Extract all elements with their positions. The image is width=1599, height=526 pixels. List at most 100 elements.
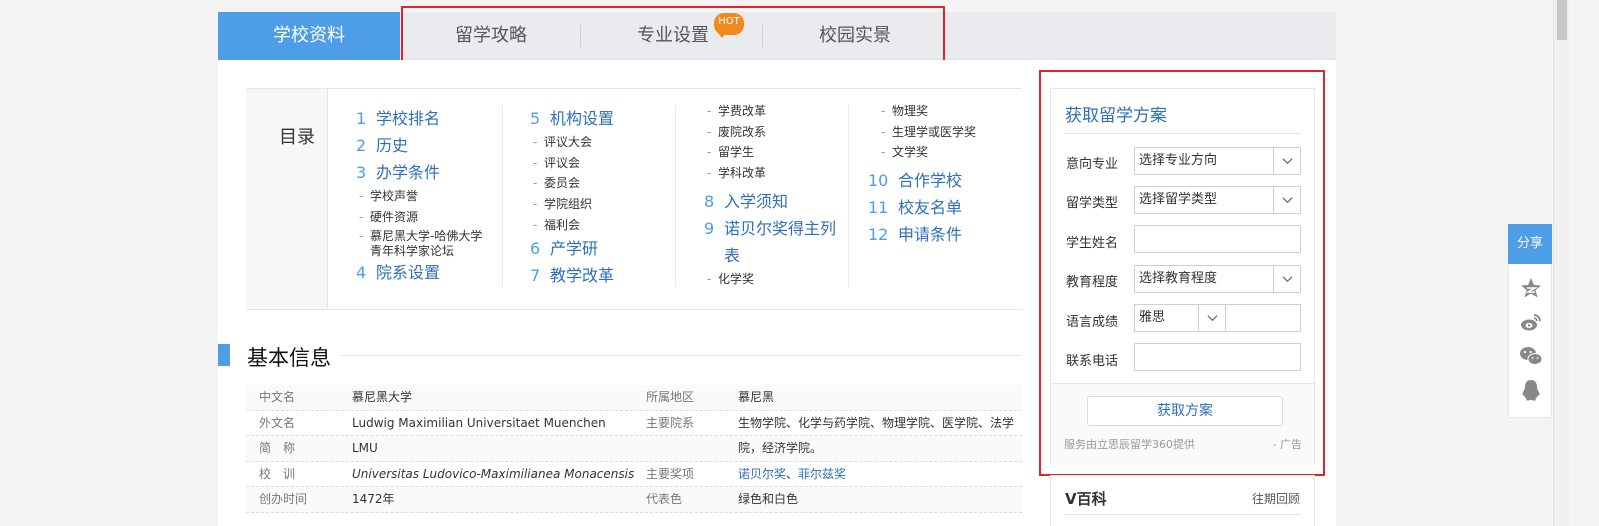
info-value: 院，经济学院。 bbox=[738, 441, 823, 455]
toc-divider bbox=[848, 105, 849, 287]
toc-text: 历史 bbox=[376, 136, 409, 155]
toc-item-nobel-list[interactable]: 9 诺贝尔奖得主列表 bbox=[704, 215, 844, 269]
toc-subitem[interactable]: 委员会 bbox=[530, 173, 614, 194]
info-value: 生物学院、化学与药学院、物理学院、医学院、法学 bbox=[738, 415, 1015, 430]
toc-text: 机构设置 bbox=[550, 109, 615, 128]
table-of-contents: 目录 1 学校排名 2 历史 3 办学条件 学校声誉 硬件资源 慕尼黑大学-哈佛大学青… bbox=[246, 88, 1022, 310]
table-row: 中文名 慕尼黑大学 所属地区 慕尼黑 bbox=[246, 385, 1022, 411]
toc-text: 入学须知 bbox=[724, 191, 789, 211]
toc-column-4: 物理奖 生理学或医学奖 文学奖 10 合作学校 11 校友名单 12 申请条件 bbox=[868, 101, 976, 248]
toc-text: 合作学校 bbox=[898, 171, 963, 191]
table-row: 创办时间 1472年 代表色 绿色和白色 bbox=[246, 487, 1022, 513]
toc-item-partner-schools[interactable]: 10 合作学校 bbox=[868, 167, 976, 194]
toc-divider bbox=[502, 105, 503, 287]
toc-subitem[interactable]: 物理奖 bbox=[878, 101, 976, 122]
toc-text: 学校排名 bbox=[376, 109, 441, 128]
toc-item-admission[interactable]: 8 入学须知 bbox=[704, 188, 844, 215]
toc-subitem[interactable]: 学科改革 bbox=[704, 163, 844, 184]
info-label: 创办时间 bbox=[259, 492, 308, 506]
toc-num: 12 bbox=[868, 225, 889, 245]
toc-item-industry[interactable]: 6 产学研 bbox=[530, 235, 614, 262]
toc-subitem[interactable]: 学校声誉 bbox=[356, 186, 486, 207]
toc-subitem[interactable]: 评议会 bbox=[530, 153, 614, 174]
toc-num: 9 bbox=[704, 218, 715, 238]
vertical-scrollbar[interactable] bbox=[1553, 0, 1569, 526]
toc-item-history[interactable]: 2 历史 bbox=[356, 132, 486, 159]
share-icons-panel bbox=[1508, 264, 1552, 418]
highlight-box-tabs bbox=[401, 6, 945, 64]
toc-text: 诺贝尔奖得主列表 bbox=[724, 218, 837, 265]
toc-num: 10 bbox=[868, 171, 889, 191]
page-edge bbox=[1569, 0, 1599, 526]
info-label: 主要奖项 bbox=[646, 466, 695, 481]
table-row: 简 称 LMU 院，经济学院。 bbox=[246, 436, 1022, 462]
toc-item-departments[interactable]: 4 院系设置 bbox=[356, 259, 486, 286]
toc-subitem[interactable]: 学费改革 bbox=[704, 101, 844, 122]
table-row: 校 训 Universitas Ludovico-Maximilianea Mo… bbox=[246, 462, 1022, 487]
qq-icon[interactable] bbox=[1519, 378, 1543, 402]
highlight-box-form bbox=[1039, 70, 1325, 476]
info-value: Universitas Ludovico-Maximilianea Monace… bbox=[352, 466, 635, 481]
toc-num: 1 bbox=[356, 109, 367, 128]
toc-num: 6 bbox=[530, 239, 541, 259]
share-button[interactable]: 分享 bbox=[1508, 224, 1552, 264]
toc-divider bbox=[675, 105, 676, 287]
table-row: 外文名 Ludwig Maximilian Universitaet Muenc… bbox=[246, 411, 1022, 436]
toc-subitem[interactable]: 硬件资源 bbox=[356, 207, 486, 228]
info-label: 外文名 bbox=[259, 415, 296, 430]
info-label: 所属地区 bbox=[646, 390, 695, 404]
separator: 、 bbox=[786, 466, 799, 481]
v-baike-divider bbox=[1065, 514, 1301, 515]
info-value: 1472年 bbox=[352, 492, 395, 506]
info-value: 慕尼黑大学 bbox=[352, 390, 413, 404]
section-divider bbox=[340, 355, 1022, 356]
info-value: 慕尼黑 bbox=[738, 390, 775, 404]
toc-item-organization[interactable]: 5 机构设置 bbox=[530, 105, 614, 132]
toc-text: 教学改革 bbox=[550, 266, 615, 286]
toc-subitem[interactable]: 化学奖 bbox=[704, 269, 844, 290]
toc-item-requirements[interactable]: 12 申请条件 bbox=[868, 221, 976, 248]
info-label: 中文名 bbox=[259, 390, 296, 404]
section-title: 基本信息 bbox=[247, 342, 339, 372]
toc-column-2: 5 机构设置 评议大会 评议会 委员会 学院组织 福利会 6 产学研 7 教学改革 bbox=[530, 105, 614, 289]
toc-subitem[interactable]: 学院组织 bbox=[530, 194, 614, 215]
toc-num: 3 bbox=[356, 163, 367, 182]
toc-num: 7 bbox=[530, 266, 541, 286]
weibo-icon[interactable] bbox=[1519, 310, 1543, 334]
qzone-icon[interactable] bbox=[1519, 276, 1543, 300]
nobel-prize-link[interactable]: 诺贝尔奖 bbox=[738, 467, 786, 481]
toc-subitem[interactable]: 慕尼黑大学-哈佛大学青年科学家论坛 bbox=[356, 227, 486, 259]
section-marker bbox=[218, 344, 230, 366]
past-issues-link[interactable]: 往期回顾 bbox=[1252, 490, 1300, 507]
info-label: 代表色 bbox=[646, 492, 683, 506]
scrollbar-thumb[interactable] bbox=[1557, 0, 1567, 40]
info-value: 绿色和白色 bbox=[738, 492, 799, 506]
toc-subitem[interactable]: 评议大会 bbox=[530, 132, 614, 153]
toc-label: 目录 bbox=[246, 89, 328, 309]
tab-school-info[interactable]: 学校资料 bbox=[218, 12, 400, 60]
toc-item-teaching-reform[interactable]: 7 教学改革 bbox=[530, 262, 614, 289]
toc-subitem[interactable]: 生理学或医学奖 bbox=[878, 122, 976, 143]
toc-text: 校友名单 bbox=[898, 198, 963, 218]
toc-item-conditions[interactable]: 3 办学条件 bbox=[356, 159, 486, 186]
toc-text: 院系设置 bbox=[376, 263, 441, 283]
info-value: Ludwig Maximilian Universitaet Muenchen bbox=[352, 415, 606, 430]
toc-num: 8 bbox=[704, 191, 715, 211]
toc-text: 申请条件 bbox=[898, 225, 963, 245]
toc-num: 4 bbox=[356, 263, 367, 283]
toc-text: 产学研 bbox=[550, 239, 599, 259]
info-label: 校 训 bbox=[259, 466, 296, 481]
toc-num: 2 bbox=[356, 136, 367, 155]
toc-subitem[interactable]: 废院改系 bbox=[704, 122, 844, 143]
info-label: 主要院系 bbox=[646, 415, 695, 430]
toc-num: 5 bbox=[530, 109, 541, 128]
toc-item-alumni[interactable]: 11 校友名单 bbox=[868, 194, 976, 221]
toc-subitem[interactable]: 福利会 bbox=[530, 215, 614, 236]
toc-item-ranking[interactable]: 1 学校排名 bbox=[356, 105, 486, 132]
wechat-icon[interactable] bbox=[1519, 344, 1543, 368]
v-baike-title: V百科 bbox=[1065, 490, 1107, 508]
fields-medal-link[interactable]: 菲尔兹奖 bbox=[798, 467, 846, 481]
toc-subitem[interactable]: 文学奖 bbox=[878, 142, 976, 163]
toc-subitem[interactable]: 留学生 bbox=[704, 142, 844, 163]
toc-column-1: 1 学校排名 2 历史 3 办学条件 学校声誉 硬件资源 慕尼黑大学-哈佛大学青年科学… bbox=[356, 105, 486, 286]
